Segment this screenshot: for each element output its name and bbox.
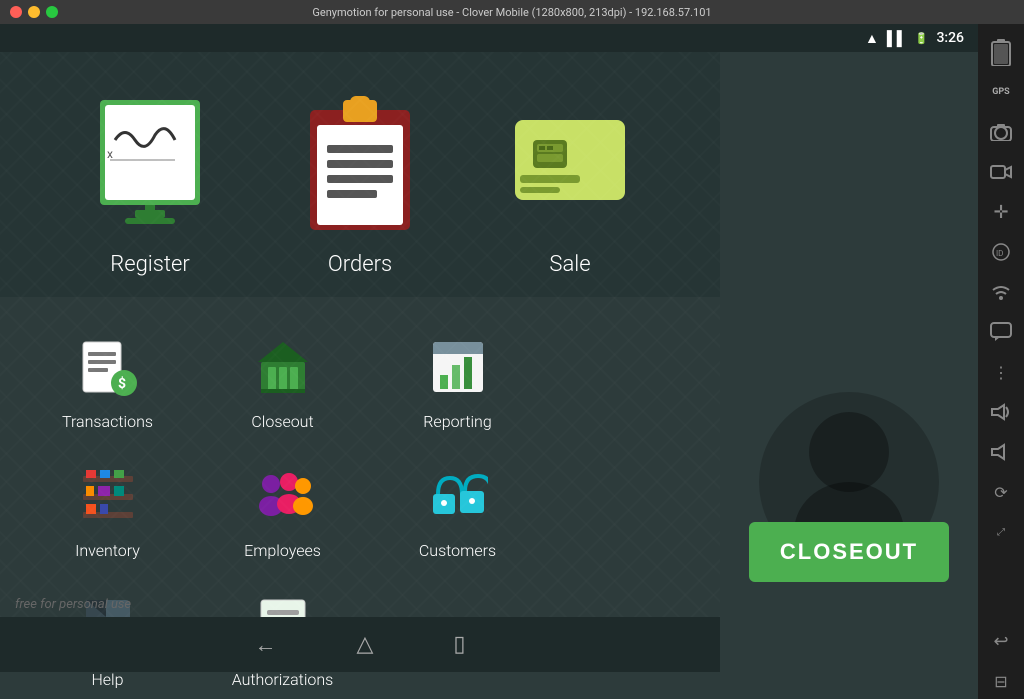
watermark-text: free for personal use: [15, 597, 131, 612]
dots-icon[interactable]: ⋮: [983, 354, 1019, 390]
help-label: Help: [91, 670, 123, 689]
minimize-button[interactable]: [28, 6, 40, 18]
navigation-bar: ← △ ▯: [0, 617, 720, 672]
volume-up-icon[interactable]: [983, 394, 1019, 430]
status-bar: ▲ ▌▌ 🔋 3:26: [0, 24, 978, 52]
recents-button[interactable]: ▯: [453, 632, 465, 657]
volume-down-icon[interactable]: [983, 434, 1019, 470]
wifi-icon: ▲: [865, 30, 879, 47]
signal-icon: ▌▌: [887, 30, 907, 47]
gps-icon[interactable]: GPS: [983, 74, 1019, 110]
svg-text:ID: ID: [996, 249, 1003, 258]
home-button[interactable]: △: [356, 632, 373, 657]
chat-icon[interactable]: [983, 314, 1019, 350]
titlebar-text: Genymotion for personal use - Clover Mob…: [312, 6, 711, 19]
titlebar: Genymotion for personal use - Clover Mob…: [0, 0, 1024, 24]
nfc-icon[interactable]: ID: [983, 234, 1019, 270]
resize-icon[interactable]: ⤢: [983, 514, 1019, 550]
app-area: x Register: [0, 52, 720, 672]
battery-sidebar-icon[interactable]: [983, 34, 1019, 70]
window-controls: [10, 6, 58, 18]
right-sidebar: GPS ✛ ID ⋮ ⟳ ⤢ ↩ ⊟: [978, 24, 1024, 699]
video-icon[interactable]: [983, 154, 1019, 190]
close-button[interactable]: [10, 6, 22, 18]
back-button[interactable]: ←: [254, 632, 276, 658]
menu-icon[interactable]: ⊟: [983, 663, 1019, 699]
maximize-button[interactable]: [46, 6, 58, 18]
back-nav-icon[interactable]: ↩: [983, 623, 1019, 659]
status-time: 3:26: [936, 30, 964, 46]
battery-icon: 🔋: [915, 32, 929, 45]
closeout-button[interactable]: CLOSEOUT: [749, 522, 949, 582]
wifi-sidebar-icon[interactable]: [983, 274, 1019, 310]
right-panel: CLOSEOUT: [720, 52, 978, 672]
arrows-icon[interactable]: ✛: [983, 194, 1019, 230]
device-screen: ▲ ▌▌ 🔋 3:26: [0, 24, 978, 699]
rotate-icon[interactable]: ⟳: [983, 474, 1019, 510]
authorizations-label: Authorizations: [232, 670, 334, 689]
camera-icon[interactable]: [983, 114, 1019, 150]
background-pattern: [0, 52, 720, 672]
